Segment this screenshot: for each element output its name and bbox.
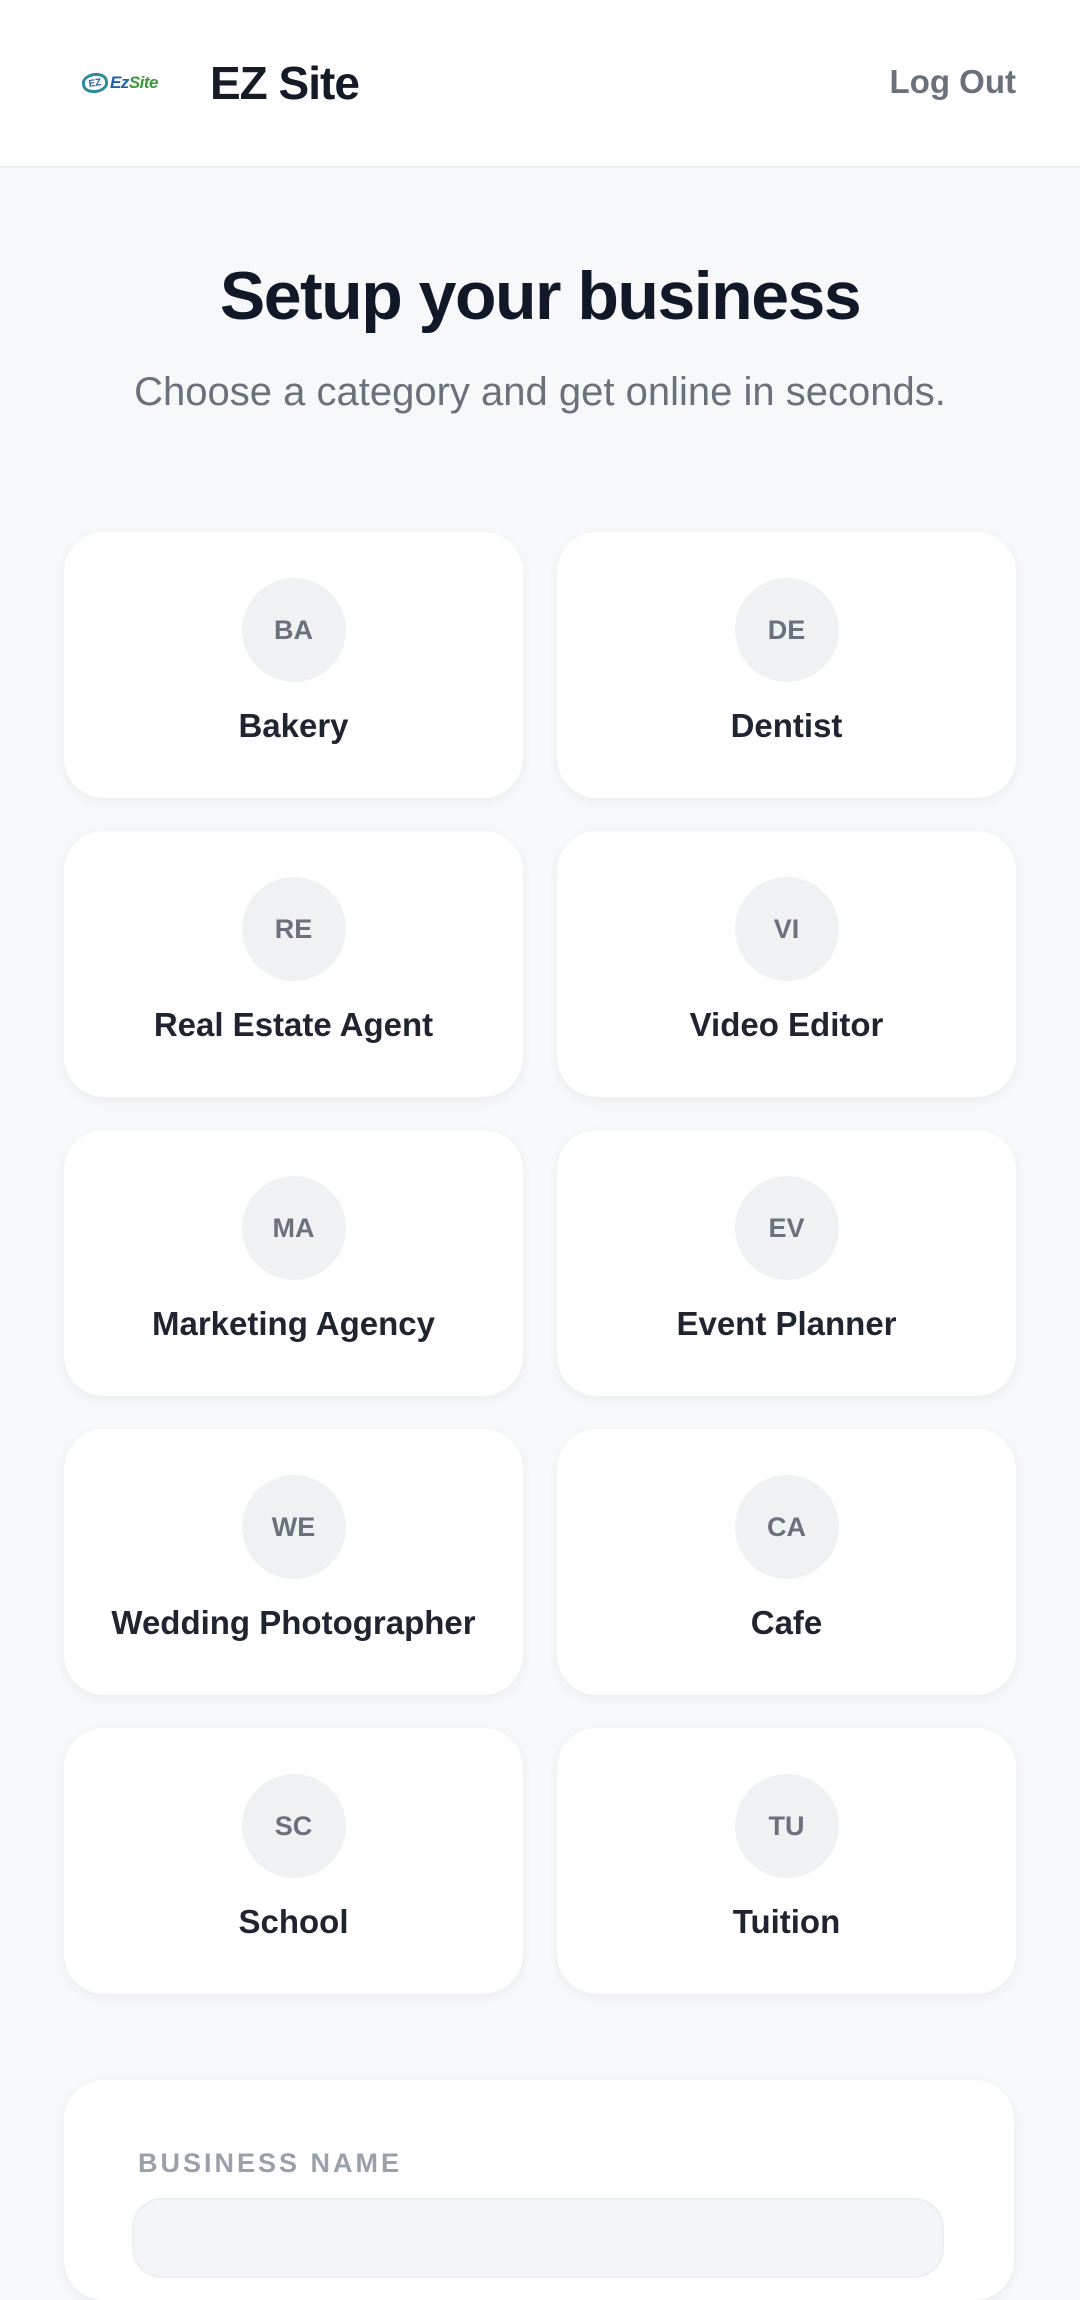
- category-avatar: VI: [734, 877, 839, 981]
- category-avatar: TU: [734, 1774, 839, 1878]
- brand-title: EZ Site: [210, 57, 360, 109]
- category-card-cafe[interactable]: CA Cafe: [557, 1429, 1016, 1695]
- business-name-input[interactable]: [132, 2198, 944, 2278]
- category-avatar: DE: [734, 578, 839, 682]
- ezsite-logo[interactable]: EZ EzSite: [80, 68, 159, 98]
- category-label: Dentist: [730, 707, 843, 744]
- category-avatar: WE: [241, 1475, 346, 1579]
- page-title: Setup your business: [219, 258, 862, 334]
- category-avatar: CA: [734, 1475, 839, 1579]
- category-card-event-planner[interactable]: EV Event Planner: [557, 1130, 1016, 1396]
- category-grid: BA Bakery DE Dentist RE Real Estate Agen…: [64, 532, 1016, 1994]
- category-avatar: SC: [241, 1774, 346, 1878]
- logout-button[interactable]: Log Out: [890, 60, 1016, 104]
- category-card-marketing-agency[interactable]: MA Marketing Agency: [64, 1130, 523, 1396]
- business-name-label: BUSINESS NAME: [138, 2148, 403, 2178]
- category-label: Wedding Photographer: [111, 1604, 476, 1641]
- category-label: Event Planner: [676, 1305, 897, 1342]
- logo-text: EzSite: [109, 73, 159, 92]
- category-card-real-estate-agent[interactable]: RE Real Estate Agent: [64, 831, 523, 1097]
- category-label: Real Estate Agent: [153, 1006, 434, 1043]
- business-details-form: BUSINESS NAME: [64, 2080, 1014, 2300]
- category-card-school[interactable]: SC School: [64, 1728, 523, 1994]
- category-card-tuition[interactable]: TU Tuition: [557, 1728, 1016, 1994]
- category-label: Video Editor: [689, 1006, 884, 1043]
- category-card-video-editor[interactable]: VI Video Editor: [557, 831, 1016, 1097]
- top-header: EZ EzSite EZ Site Log Out: [0, 0, 1080, 168]
- page-subtitle: Choose a category and get online in seco…: [134, 370, 946, 414]
- category-avatar: RE: [241, 877, 346, 981]
- category-card-wedding-photographer[interactable]: WE Wedding Photographer: [64, 1429, 523, 1695]
- category-label: Tuition: [732, 1903, 841, 1940]
- category-avatar: BA: [241, 578, 346, 682]
- category-card-bakery[interactable]: BA Bakery: [64, 532, 523, 798]
- logo-mark-icon: EZ: [80, 71, 110, 95]
- category-label: School: [238, 1903, 349, 1940]
- category-label: Marketing Agency: [151, 1305, 435, 1342]
- category-card-dentist[interactable]: DE Dentist: [557, 532, 1016, 798]
- category-label: Bakery: [238, 707, 349, 744]
- category-avatar: MA: [241, 1176, 346, 1280]
- category-label: Cafe: [750, 1604, 823, 1641]
- category-avatar: EV: [734, 1176, 839, 1280]
